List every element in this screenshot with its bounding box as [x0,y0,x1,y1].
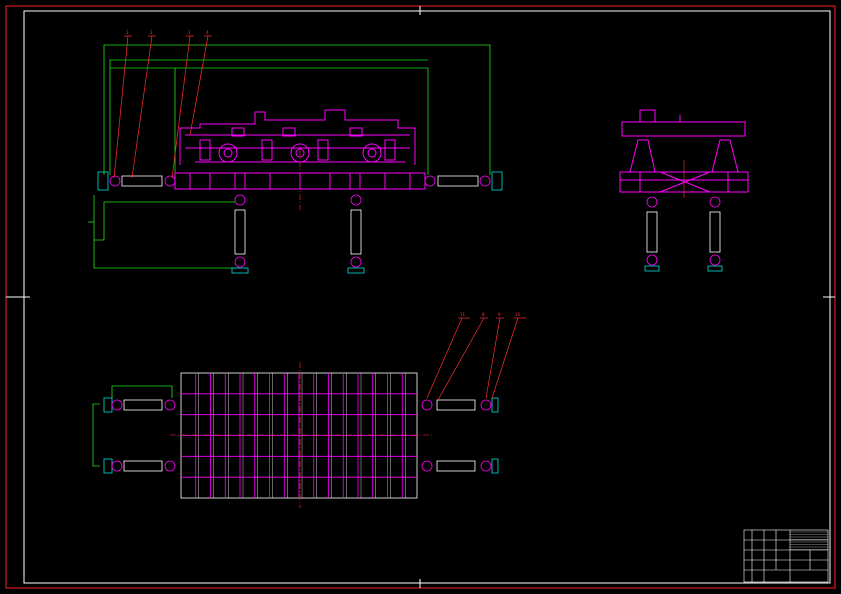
bogie-frame [179,109,416,165]
front-leaders [113,35,212,179]
horizontal-actuator-right [424,171,503,191]
front-label-1: 1 [126,30,129,35]
outer-frame [5,5,836,589]
side-actuators [644,196,723,272]
horizontal-actuator-left [97,171,176,191]
front-view: 1 2 3 4 [88,30,503,274]
plan-label-9: 9 [498,312,501,317]
cad-drawing-sheet: 1 2 3 4 11 8 9 10 [5,5,836,589]
plan-grid-platform [180,372,418,499]
front-label-2: 2 [150,30,153,35]
plan-label-10: 10 [515,312,521,317]
side-view [619,109,749,272]
front-dimensions [88,44,491,269]
title-block-hatching [790,531,828,550]
vertical-actuator-right [347,194,365,274]
vertical-actuator-left [231,194,249,274]
plan-leaders [426,317,526,401]
plan-view: 11 8 9 10 [92,312,526,508]
front-label-3: 3 [188,30,191,35]
title-block [743,529,829,583]
support-beam [174,172,426,190]
plan-label-8: 8 [482,312,485,317]
front-label-4: 4 [206,30,209,35]
plan-label-11: 11 [460,312,466,317]
centering-marks [6,6,835,588]
drawing-border [23,10,831,584]
